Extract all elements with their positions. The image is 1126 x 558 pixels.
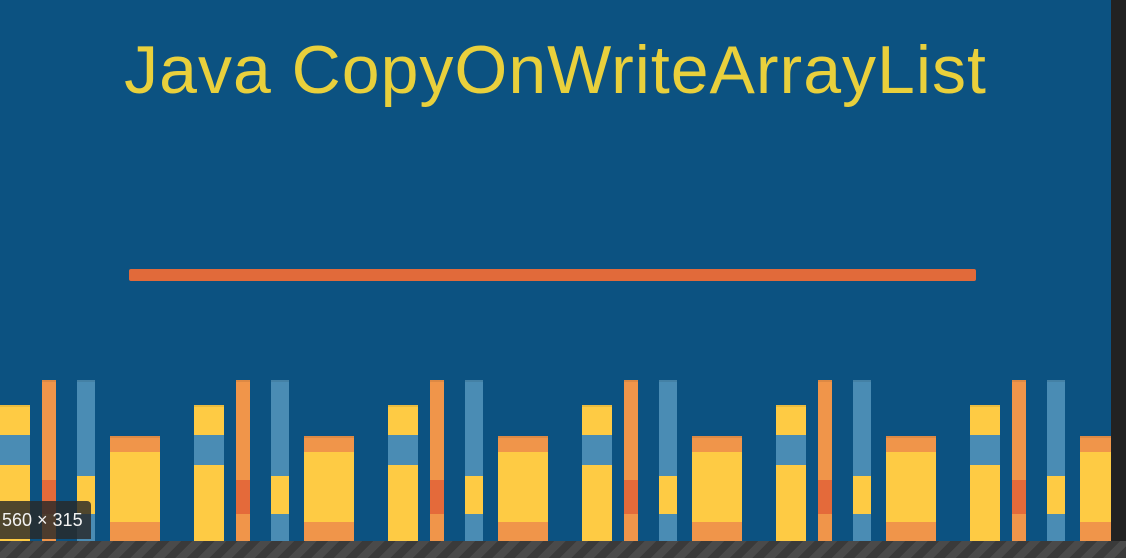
book-top-shade xyxy=(659,380,677,382)
book-segment xyxy=(853,476,871,514)
book-segment xyxy=(0,405,30,435)
book-top-shade xyxy=(77,380,95,382)
viewer-bottom-strip xyxy=(0,541,1126,558)
book-segment xyxy=(582,465,612,541)
book-segment xyxy=(388,465,418,541)
book-segment xyxy=(970,465,1000,541)
book-segment xyxy=(970,405,1000,435)
book-segment xyxy=(1012,380,1026,480)
book-top-shade xyxy=(304,436,354,438)
books-illustration xyxy=(0,380,1111,541)
book-segment xyxy=(388,435,418,465)
book-segment xyxy=(498,522,548,541)
book-segment xyxy=(304,522,354,541)
book-segment xyxy=(110,452,160,522)
book-segment xyxy=(582,405,612,435)
book-segment xyxy=(818,514,832,541)
viewer-right-edge xyxy=(1111,0,1126,541)
book-segment xyxy=(692,436,742,452)
book-segment xyxy=(776,465,806,541)
book-top-shade xyxy=(1047,380,1065,382)
book-top-shade xyxy=(0,405,30,407)
book-top-shade xyxy=(624,380,638,382)
bookshelf-group xyxy=(0,380,1111,541)
book-segment xyxy=(194,465,224,541)
book-segment xyxy=(692,522,742,541)
book-segment xyxy=(110,522,160,541)
book-segment xyxy=(430,514,444,541)
book-segment xyxy=(430,480,444,514)
book-segment xyxy=(194,435,224,465)
book-segment xyxy=(498,452,548,522)
banner-image[interactable]: Java CopyOnWriteArrayList xyxy=(0,0,1111,541)
book-segment xyxy=(886,436,936,452)
book-segment xyxy=(465,514,483,541)
book-segment xyxy=(886,522,936,541)
book-segment xyxy=(236,380,250,480)
book-top-shade xyxy=(853,380,871,382)
book-segment xyxy=(271,514,289,541)
book-segment xyxy=(624,480,638,514)
book-segment xyxy=(271,380,289,476)
book-segment xyxy=(498,436,548,452)
book-segment xyxy=(624,380,638,480)
book-segment xyxy=(776,405,806,435)
book-segment xyxy=(886,452,936,522)
book-segment xyxy=(776,435,806,465)
book-top-shade xyxy=(430,380,444,382)
book-top-shade xyxy=(1080,436,1111,438)
book-top-shade xyxy=(388,405,418,407)
book-segment xyxy=(465,380,483,476)
book-segment xyxy=(818,380,832,480)
book-segment xyxy=(42,380,56,480)
book-segment xyxy=(0,435,30,465)
book-segment xyxy=(970,435,1000,465)
book-top-shade xyxy=(1012,380,1026,382)
book-top-shade xyxy=(818,380,832,382)
book-segment xyxy=(271,476,289,514)
book-segment xyxy=(1080,522,1111,541)
book-segment xyxy=(853,380,871,476)
book-segment xyxy=(582,435,612,465)
book-top-shade xyxy=(970,405,1000,407)
book-segment xyxy=(1080,452,1111,522)
image-size-badge: 560 × 315 xyxy=(0,501,91,539)
book-top-shade xyxy=(271,380,289,382)
book-top-shade xyxy=(886,436,936,438)
book-segment xyxy=(304,436,354,452)
book-segment xyxy=(110,436,160,452)
book-segment xyxy=(77,380,95,476)
book-top-shade xyxy=(498,436,548,438)
book-segment xyxy=(194,405,224,435)
book-segment xyxy=(659,380,677,476)
book-segment xyxy=(1012,480,1026,514)
book-segment xyxy=(236,514,250,541)
book-top-shade xyxy=(42,380,56,382)
book-segment xyxy=(465,476,483,514)
image-viewer: Java CopyOnWriteArrayList 560 × 315 xyxy=(0,0,1126,558)
book-segment xyxy=(388,405,418,435)
book-segment xyxy=(1047,380,1065,476)
book-top-shade xyxy=(194,405,224,407)
book-top-shade xyxy=(692,436,742,438)
book-top-shade xyxy=(110,436,160,438)
book-segment xyxy=(304,452,354,522)
book-segment xyxy=(818,480,832,514)
book-segment xyxy=(1047,514,1065,541)
book-segment xyxy=(1080,436,1111,452)
book-segment xyxy=(1047,476,1065,514)
book-segment xyxy=(430,380,444,480)
book-segment xyxy=(236,480,250,514)
book-segment xyxy=(1012,514,1026,541)
book-top-shade xyxy=(582,405,612,407)
book-top-shade xyxy=(776,405,806,407)
book-segment xyxy=(659,514,677,541)
book-segment xyxy=(659,476,677,514)
book-segment xyxy=(853,514,871,541)
book-top-shade xyxy=(236,380,250,382)
book-segment xyxy=(624,514,638,541)
book-top-shade xyxy=(465,380,483,382)
book-segment xyxy=(692,452,742,522)
